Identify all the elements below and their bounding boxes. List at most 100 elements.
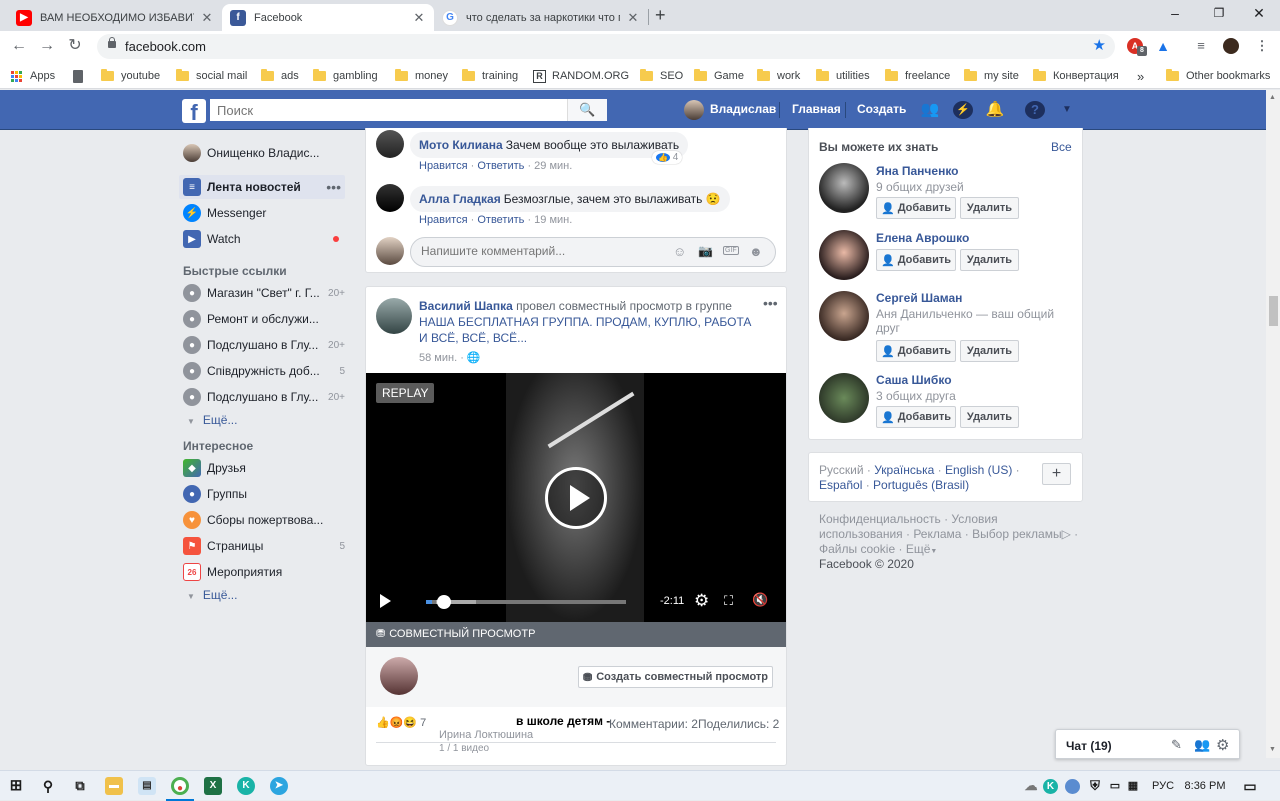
scrollbar-thumb[interactable] <box>1269 296 1278 326</box>
remove-suggestion-button[interactable]: Удалить <box>960 340 1019 362</box>
avatar[interactable] <box>376 298 412 334</box>
sidebar-item-messenger[interactable]: ⚡ Messenger <box>179 201 345 225</box>
sidebar-item-shortcut[interactable]: ● Ремонт и обслужи... <box>179 307 345 331</box>
comment-time[interactable]: 29 мин. <box>534 160 572 172</box>
search-input[interactable] <box>210 99 565 121</box>
header-avatar[interactable] <box>684 100 704 120</box>
search-icon[interactable]: 🔍 <box>567 99 607 121</box>
create-group-icon[interactable]: 👥 <box>1194 737 1210 753</box>
post-author[interactable]: Василий Шапка <box>419 299 513 313</box>
more-options-icon[interactable]: ••• <box>326 179 341 195</box>
notifications-bell-icon[interactable]: 🔔 <box>985 101 1005 119</box>
add-friend-button[interactable]: 👤 Добавить <box>876 197 956 219</box>
reload-icon[interactable]: ↻ <box>64 36 86 56</box>
chevron-down-icon[interactable]: ▼ <box>1057 101 1077 119</box>
left-nav-profile[interactable]: Онищенко Владис... <box>179 141 345 165</box>
footer-privacy-link[interactable]: Конфиденциальность <box>819 512 941 526</box>
sidebar-item-shortcut[interactable]: ● Співдружність доб... 5 <box>179 359 345 383</box>
cloud-icon[interactable]: ☁ <box>1022 777 1040 795</box>
delta-extension-icon[interactable]: ▲ <box>1155 38 1171 54</box>
bookmarks-overflow-button[interactable]: » <box>1137 68 1144 84</box>
shares-count-link[interactable]: Поделились: 2 <box>698 717 779 731</box>
comment-input[interactable] <box>421 244 661 258</box>
avatar[interactable] <box>376 184 404 212</box>
bookmark-konvertaciya[interactable]: Конвертация <box>1033 68 1119 84</box>
bookmark-random-org[interactable]: R RANDOM.ORG <box>533 68 629 84</box>
close-icon[interactable]: ✕ <box>200 10 214 26</box>
bookmark-gambling[interactable]: gambling <box>313 68 378 84</box>
play-control-icon[interactable] <box>380 594 391 608</box>
footer-cookies-link[interactable]: Файлы cookie <box>819 542 895 556</box>
facebook-logo-icon[interactable]: f <box>182 99 206 123</box>
big-play-button[interactable] <box>545 467 607 529</box>
task-view-icon[interactable]: ⧉ <box>71 777 89 795</box>
network-icon[interactable]: ▦ <box>1124 777 1142 795</box>
footer-ad-choices-link[interactable]: Выбор рекламы <box>972 527 1061 541</box>
scroll-up-arrow[interactable]: ▲ <box>1269 94 1276 101</box>
sidebar-item-fundraisers[interactable]: ♥ Сборы пожертвова... <box>179 508 345 532</box>
chat-bar[interactable]: Чат (19) ✎ 👥 ⚙ <box>1055 729 1240 759</box>
post-options-icon[interactable]: ••• <box>763 295 778 311</box>
sidebar-item-shortcut[interactable]: ● Магазин "Свет" г. Г... 20+ <box>179 281 345 305</box>
tab-youtube[interactable]: ▶ ВАМ НЕОБХОДИМО ИЗБАВИТЬ ✕ <box>8 4 222 31</box>
add-friend-button[interactable]: 👤 Добавить <box>876 406 956 428</box>
emoji-icon[interactable]: ☺ <box>673 244 686 259</box>
add-language-button[interactable]: + <box>1042 463 1071 485</box>
window-close-icon[interactable]: ✕ <box>1244 4 1274 24</box>
bookmark-training[interactable]: training <box>462 68 518 84</box>
new-message-icon[interactable]: ✎ <box>1171 737 1182 753</box>
comment-time[interactable]: 19 мин. <box>534 214 572 226</box>
comment-like-link[interactable]: Нравится <box>419 214 468 226</box>
video-scrubber[interactable] <box>437 595 451 609</box>
messenger-icon[interactable]: ⚡ <box>953 101 973 119</box>
page-scrollbar[interactable]: ▲ ▼ <box>1266 90 1280 758</box>
sidebar-item-watch[interactable]: ▶ Watch <box>179 227 345 251</box>
remove-suggestion-button[interactable]: Удалить <box>960 249 1019 271</box>
bookmark-my-site[interactable]: my site <box>964 68 1019 84</box>
comments-count-link[interactable]: Комментарии: 2 <box>609 717 698 731</box>
bookmark-utilities[interactable]: utilities <box>816 68 870 84</box>
kaspersky-icon[interactable]: K <box>237 777 255 795</box>
add-friend-button[interactable]: 👤 Добавить <box>876 249 956 271</box>
scroll-down-arrow[interactable]: ▼ <box>1269 746 1276 753</box>
new-tab-button[interactable]: + <box>655 5 666 26</box>
input-language[interactable]: РУС <box>1148 777 1178 795</box>
file-explorer-icon[interactable]: ▬ <box>105 777 123 795</box>
add-friend-button[interactable]: 👤 Добавить <box>876 340 956 362</box>
sidebar-item-friends[interactable]: ◆ Друзья <box>179 456 345 480</box>
search-icon[interactable]: ⚲ <box>39 777 57 795</box>
pymk-see-all-link[interactable]: Все <box>1051 140 1072 154</box>
video-progress-bar[interactable] <box>426 595 626 609</box>
camera-icon[interactable]: 📷 <box>698 244 713 258</box>
avatar[interactable] <box>819 373 869 423</box>
footer-more-link[interactable]: Ещё <box>906 542 931 556</box>
gif-icon[interactable]: GIF <box>723 246 739 255</box>
post-timestamp[interactable]: 58 мин. · 🌐 <box>419 351 481 364</box>
fullscreen-icon[interactable]: ⛶ <box>724 593 733 609</box>
create-watch-party-button[interactable]: ⛃ Создать совместный просмотр <box>578 666 773 688</box>
battery-icon[interactable]: ▭ <box>1106 777 1124 795</box>
bookmark-ads[interactable]: ads <box>261 68 299 84</box>
clock[interactable]: 8:36 PM <box>1183 777 1227 795</box>
video-player[interactable]: REPLAY -2:11 ⚙ ⛶ 🔇 <box>366 373 786 622</box>
comment-author[interactable]: Мото Килиана <box>419 138 503 152</box>
telegram-icon[interactable]: ➤ <box>270 777 288 795</box>
bookmark-social-mail[interactable]: social mail <box>176 68 247 84</box>
comment-reactions[interactable]: 👍 4 <box>652 151 683 164</box>
avatar[interactable] <box>819 291 869 341</box>
pymk-person-name[interactable]: Яна Панченко <box>876 164 959 178</box>
maximize-icon[interactable]: ❐ <box>1204 4 1234 24</box>
address-bar[interactable]: facebook.com ★ <box>97 34 1115 59</box>
tray-icon[interactable] <box>1065 779 1080 794</box>
reading-list-icon[interactable]: ≡ <box>1193 38 1209 54</box>
profile-avatar[interactable] <box>1223 38 1239 54</box>
sidebar-item-events[interactable]: 26 Мероприятия <box>179 560 345 584</box>
header-create-link[interactable]: Создать <box>857 102 906 116</box>
sidebar-item-shortcut[interactable]: ● Подслушано в Глу... 20+ <box>179 333 345 357</box>
reaction-summary[interactable]: 👍😡😆 7 <box>376 716 426 729</box>
avatar[interactable] <box>376 130 404 158</box>
tab-google[interactable]: G что сделать за наркотики что пр ✕ <box>434 4 648 31</box>
bookmark-freelance[interactable]: freelance <box>885 68 950 84</box>
sticker-icon[interactable]: ☻ <box>749 244 763 259</box>
action-center-icon[interactable]: ▭ <box>1241 777 1259 795</box>
